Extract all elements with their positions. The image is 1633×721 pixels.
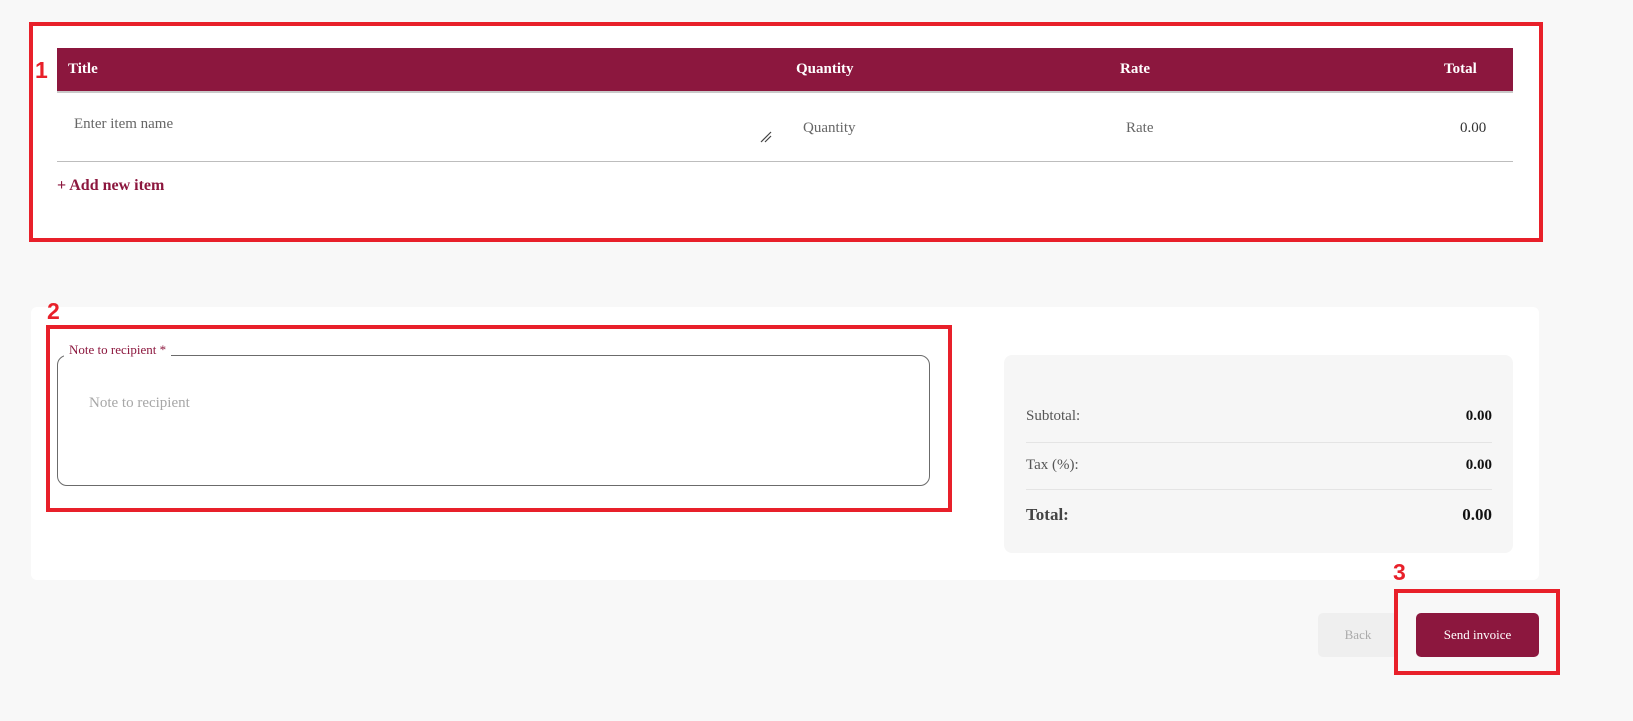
summary-box — [1004, 355, 1513, 553]
subtotal-value: 0.00 — [1465, 408, 1492, 424]
annotation-label-2: 2 — [47, 298, 60, 324]
quantity-input[interactable]: Quantity — [803, 120, 856, 137]
table-row: Enter item name Quantity Rate 0.00 — [57, 95, 1513, 162]
header-total: Total — [1444, 61, 1477, 77]
rate-input[interactable]: Rate — [1126, 120, 1154, 137]
back-button[interactable]: Back — [1318, 613, 1398, 657]
note-label: Note to recipient * — [64, 342, 172, 358]
item-name-input[interactable]: Enter item name — [74, 116, 173, 133]
annotation-label-1: 1 — [35, 57, 48, 83]
tax-value: 0.00 — [1465, 457, 1492, 473]
tax-label: Tax (%): — [1026, 457, 1079, 473]
annotation-label-3: 3 — [1393, 559, 1406, 585]
total-value: 0.00 — [1462, 505, 1492, 524]
summary-divider — [1026, 442, 1492, 443]
row-total: 0.00 — [1460, 120, 1487, 136]
table-header: Title Quantity Rate Total — [57, 48, 1513, 93]
summary-divider — [1026, 489, 1492, 490]
header-title: Title — [68, 61, 98, 77]
send-invoice-button[interactable]: Send invoice — [1416, 613, 1539, 657]
add-item-link[interactable]: + Add new item — [57, 177, 164, 195]
header-quantity: Quantity — [796, 61, 854, 77]
note-textarea[interactable] — [57, 355, 930, 486]
subtotal-label: Subtotal: — [1026, 408, 1081, 424]
header-rate: Rate — [1120, 61, 1150, 77]
resize-handle-icon[interactable] — [760, 131, 772, 143]
note-placeholder: Note to recipient — [89, 395, 190, 411]
total-label: Total: — [1026, 505, 1069, 524]
